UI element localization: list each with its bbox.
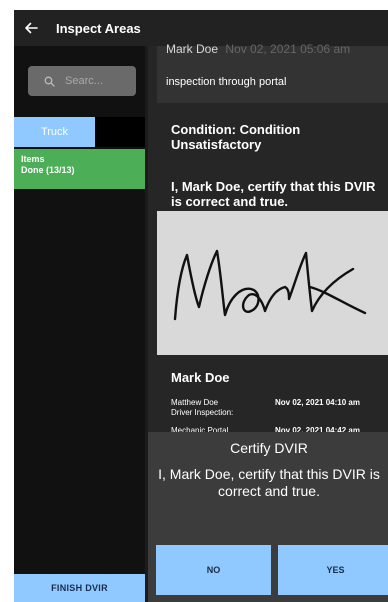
tab-row: Truck bbox=[14, 117, 145, 147]
items-status-card[interactable]: Items Done (13/13) bbox=[14, 149, 145, 189]
sidebar: Searc... Truck Items Done (13/13) FINISH… bbox=[14, 46, 145, 602]
app-bar: Inspect Areas bbox=[14, 10, 388, 46]
certification-text: I, Mark Doe, certify that this DVIR is c… bbox=[171, 179, 376, 209]
dialog-message: I, Mark Doe, certify that this DVIR is c… bbox=[158, 466, 380, 499]
page-title: Inspect Areas bbox=[56, 20, 141, 36]
no-button[interactable]: NO bbox=[156, 545, 271, 595]
yes-button[interactable]: YES bbox=[278, 545, 388, 595]
items-label: Items bbox=[21, 154, 45, 164]
app-window: Inspect Areas Searc... Truck Items Done … bbox=[14, 10, 388, 602]
items-done-count: Done (13/13) bbox=[21, 165, 75, 175]
note-date: Nov 02, 2021 05:06 am bbox=[225, 42, 351, 56]
note-author: Mark Doe bbox=[166, 42, 219, 56]
certify-dialog: Certify DVIR I, Mark Doe, certify that t… bbox=[148, 432, 388, 602]
inspection-datetime: Nov 02, 2021 04:10 am bbox=[275, 398, 360, 407]
search-icon bbox=[44, 76, 55, 87]
note-text: inspection through portal bbox=[166, 76, 287, 88]
main-content: Mark Doe Nov 02, 2021 05:06 am inspectio… bbox=[148, 42, 388, 602]
signature-image bbox=[157, 211, 388, 355]
inspection-note: Mark Doe Nov 02, 2021 05:06 am inspectio… bbox=[157, 42, 388, 103]
back-arrow-icon[interactable] bbox=[18, 10, 44, 46]
signature-drawing bbox=[173, 249, 367, 321]
inspector-name: Matthew Doe bbox=[171, 398, 219, 407]
search-input[interactable]: Searc... bbox=[28, 66, 136, 96]
signer-name: Mark Doe bbox=[171, 370, 230, 385]
note-header: Mark Doe Nov 02, 2021 05:06 am bbox=[166, 42, 350, 56]
tab-truck[interactable]: Truck bbox=[14, 117, 95, 147]
dialog-title: Certify DVIR bbox=[230, 440, 308, 456]
search-placeholder: Searc... bbox=[65, 75, 103, 87]
condition-text: Condition: Condition Unsatisfactory bbox=[171, 122, 301, 152]
finish-dvir-button[interactable]: FINISH DVIR bbox=[14, 574, 145, 602]
tab-placeholder bbox=[95, 117, 145, 147]
inspection-type: Driver Inspection: bbox=[171, 408, 234, 417]
